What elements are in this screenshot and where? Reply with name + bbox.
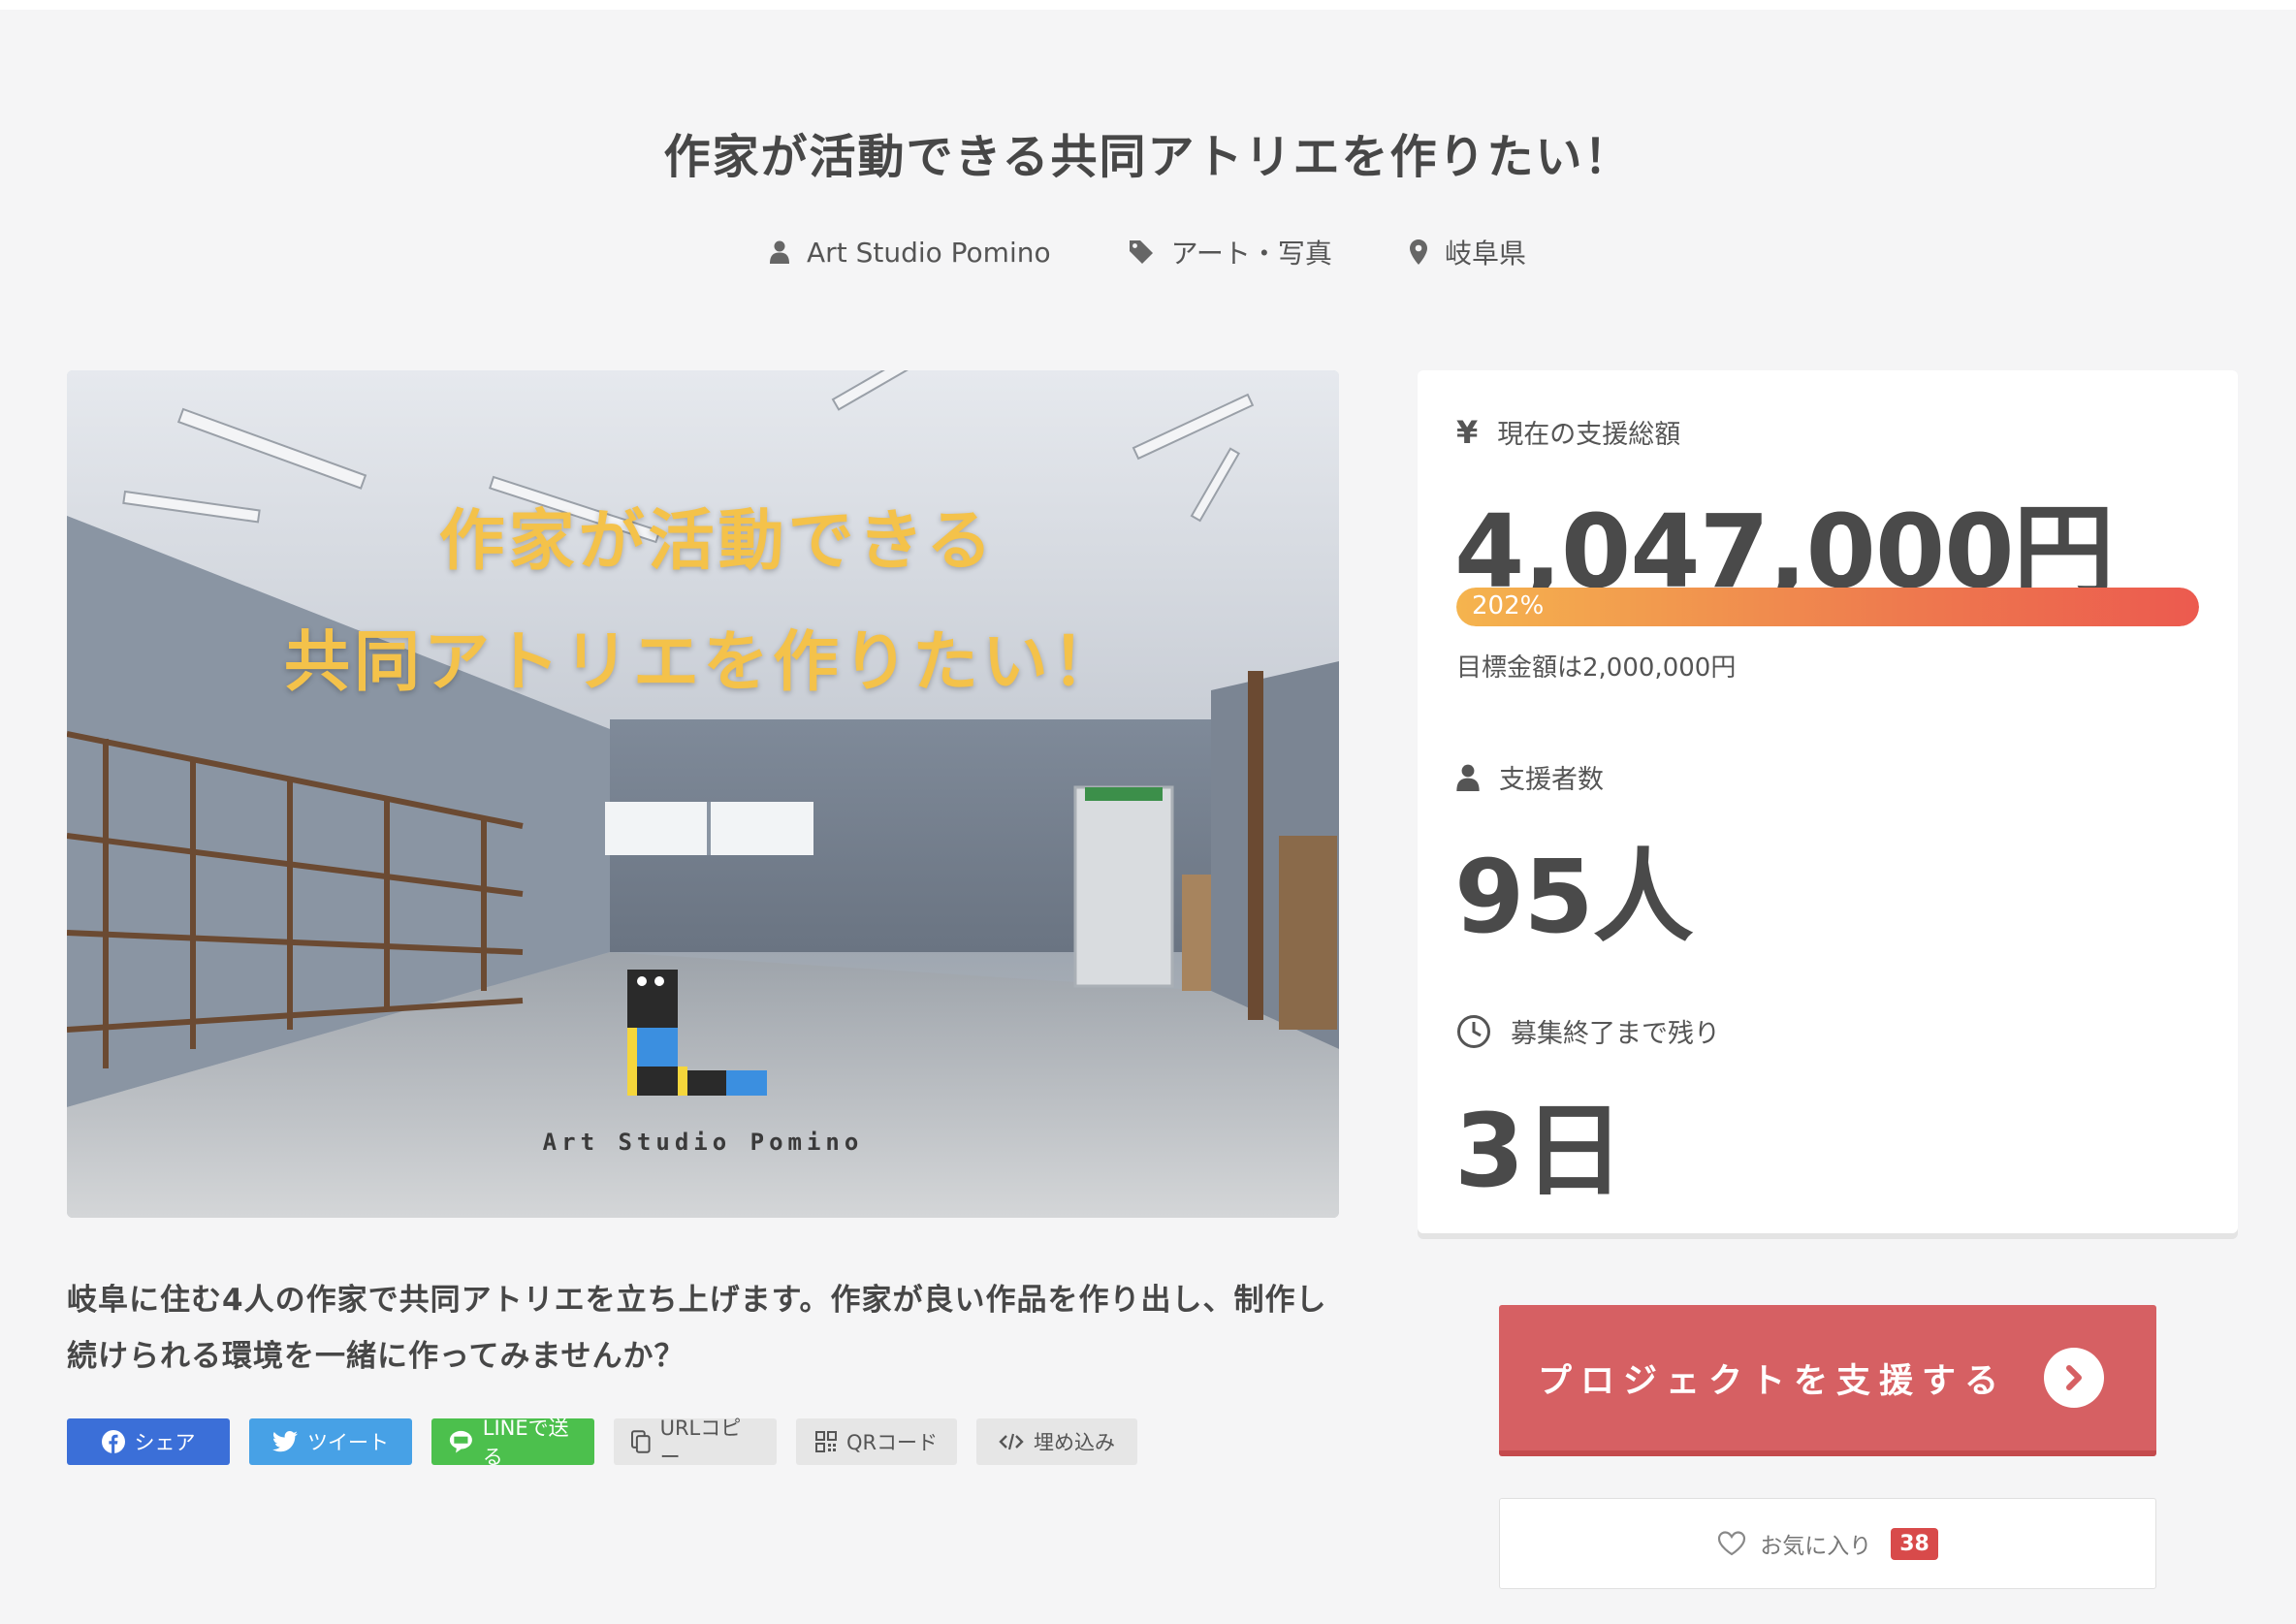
twitter-tweet-button[interactable]: ツイート (249, 1418, 412, 1465)
clock-icon (1457, 1014, 1490, 1048)
funding-progress-bar: 202% (1456, 588, 2199, 626)
owner-name: Art Studio Pomino (807, 236, 1051, 269)
favorite-label: お気に入り (1760, 1534, 1872, 1559)
facebook-share-button[interactable]: シェア (67, 1418, 230, 1465)
copy-icon (631, 1430, 651, 1453)
facebook-share-label: シェア (134, 1431, 196, 1454)
supporters-value: 95人 (1454, 838, 1694, 956)
hero-headline-line2: 共同アトリエを作りたい！ (283, 624, 1122, 701)
top-bar (0, 0, 2296, 10)
supporters-label: 支援者数 (1499, 765, 1604, 795)
funding-stats-card: ¥ 現在の支援総額 4,047,000円 202% 目標金額は2,000,000… (1418, 370, 2238, 1233)
supporters-label-row: 支援者数 (1456, 758, 1604, 796)
tag-icon (1129, 240, 1153, 264)
amount-label: 現在の支援総額 (1497, 420, 1681, 450)
url-copy-label: URLコピー (659, 1417, 742, 1469)
amount-label-row: ¥ 現在の支援総額 (1456, 413, 1680, 451)
goal-amount: 目標金額は2,000,000円 (1456, 653, 1737, 683)
studio-logo: Art Studio Pomino (542, 1129, 864, 1156)
heart-icon (1718, 1531, 1746, 1556)
embed-button[interactable]: 埋め込み (976, 1418, 1137, 1465)
project-description: 岐阜に住む4人の作家で共同アトリエを立ち上げます。作家が良い作品を作り出し、制作… (67, 1283, 1327, 1374)
remaining-value: 3日 (1454, 1092, 1624, 1210)
funding-progress-fill: 202% (1456, 588, 2199, 626)
qr-code-label: QRコード (845, 1431, 939, 1454)
facebook-icon (101, 1430, 125, 1453)
qr-code-icon (814, 1431, 837, 1452)
remaining-label: 募集終了まで残り (1511, 1019, 1720, 1049)
hero-headline-line1: 作家が活動できる (438, 503, 997, 580)
code-icon (999, 1433, 1024, 1450)
twitter-tweet-label: ツイート (307, 1431, 389, 1454)
qr-code-button[interactable]: QRコード (796, 1418, 957, 1465)
remaining-label-row: 募集終了まで残り (1456, 1012, 1720, 1050)
favorite-button[interactable]: お気に入り 38 (1499, 1498, 2156, 1589)
project-hero-image[interactable]: 作家が活動できる 共同アトリエを作りたい！ Art Studio Pomino (67, 370, 1339, 1218)
twitter-icon (272, 1431, 298, 1452)
category-name: アート・写真 (1170, 238, 1332, 270)
location-name: 岐阜県 (1444, 238, 1526, 270)
chevron-right-icon (2044, 1348, 2104, 1408)
map-pin-icon (1409, 239, 1427, 265)
progress-percent: 202% (1472, 591, 1545, 621)
support-project-button[interactable]: プロジェクトを支援する (1499, 1305, 2156, 1456)
favorite-count-badge: 38 (1891, 1527, 1938, 1560)
line-send-button[interactable]: LINEで送る (431, 1417, 594, 1469)
user-icon (1456, 764, 1480, 791)
project-meta: Art Studio Pomino アート・写真 岐阜県 (0, 233, 2296, 271)
user-icon (770, 240, 790, 264)
page-title: 作家が活動できる共同アトリエを作りたい！ (663, 130, 1633, 184)
category-link[interactable]: アート・写真 (1129, 233, 1332, 271)
line-send-label: LINEで送る (482, 1417, 569, 1469)
share-buttons: シェア ツイート LINEで送る URLコピー QRコード 埋め込み (67, 1417, 1137, 1469)
owner-link[interactable]: Art Studio Pomino (770, 233, 1051, 271)
line-icon (449, 1430, 472, 1453)
location-link[interactable]: 岐阜県 (1409, 233, 1526, 271)
support-project-label: プロジェクトを支援する (1538, 1361, 2008, 1401)
url-copy-button[interactable]: URLコピー (614, 1417, 777, 1469)
yen-icon: ¥ (1456, 413, 1479, 451)
embed-label: 埋め込み (1034, 1431, 1115, 1454)
